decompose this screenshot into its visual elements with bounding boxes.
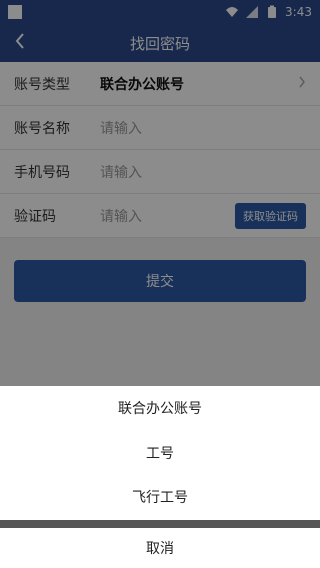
- sheet-option[interactable]: 飞行工号: [0, 475, 320, 520]
- sheet-option[interactable]: 工号: [0, 431, 320, 476]
- sheet-divider: [0, 520, 320, 528]
- sheet-option[interactable]: 联合办公账号: [0, 386, 320, 431]
- cancel-button[interactable]: 取消: [0, 528, 320, 568]
- sheet-options: 联合办公账号 工号 飞行工号: [0, 386, 320, 520]
- account-type-sheet: 联合办公账号 工号 飞行工号 取消: [0, 386, 320, 568]
